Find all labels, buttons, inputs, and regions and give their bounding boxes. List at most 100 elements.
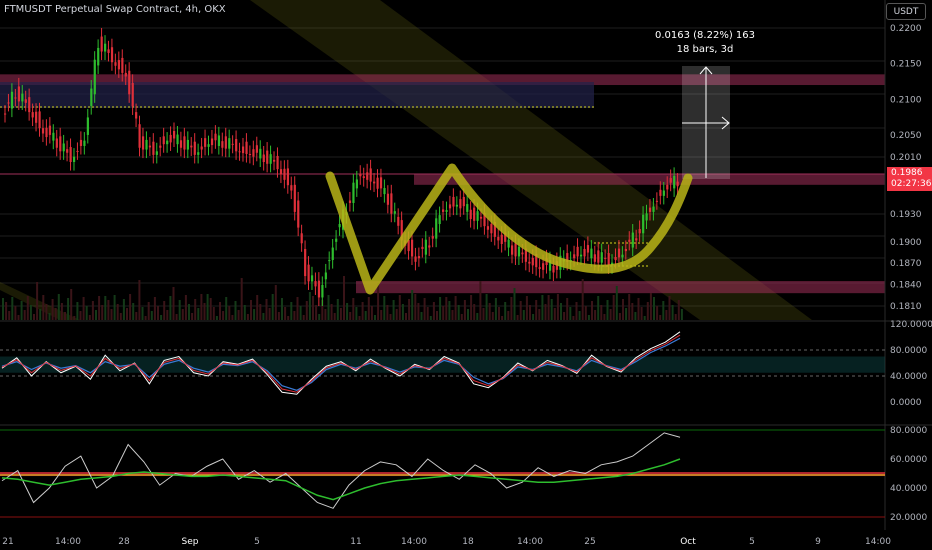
volume-bar — [510, 297, 513, 320]
volume-bar — [457, 305, 460, 320]
volume-bar — [70, 289, 73, 320]
candle-body — [245, 141, 248, 154]
volume-bar — [535, 300, 538, 320]
time-axis-label: 28 — [118, 537, 130, 547]
price-axis-label: 0.1840 — [890, 281, 922, 291]
volume-bar — [451, 310, 454, 320]
time-axis-label: 25 — [584, 537, 595, 547]
candle-body — [162, 136, 165, 145]
candle-body — [321, 284, 324, 298]
osc2-ma-line — [1, 458, 681, 501]
volume-bar — [172, 287, 175, 320]
candle-body — [573, 254, 576, 259]
volume-bar — [659, 315, 662, 320]
volume-bar — [603, 314, 606, 320]
volume-bar — [553, 308, 556, 320]
candle-body — [459, 199, 462, 209]
volume-bar — [445, 297, 448, 320]
volume-bar — [265, 299, 268, 320]
volume-bar — [293, 311, 296, 320]
volume-bar — [237, 310, 240, 320]
volume-bar — [330, 304, 333, 320]
volume-bar — [181, 309, 184, 320]
candle-body — [476, 211, 479, 221]
volume-bar — [401, 304, 404, 320]
measure-change: 0.0163 (8.22%) 163 — [654, 30, 755, 41]
candle-body — [638, 229, 641, 234]
volume-bar — [448, 301, 451, 320]
volume-bar — [113, 295, 116, 320]
candle-body — [462, 196, 465, 207]
osc1-axis-label: 40.0000 — [890, 372, 927, 382]
candle-body — [255, 145, 258, 153]
volume-bar — [67, 298, 70, 320]
candle-body — [138, 124, 141, 148]
time-axis-label: 9 — [815, 537, 821, 547]
volume-bar — [290, 302, 293, 320]
candle-body — [214, 133, 217, 141]
candle-body — [373, 181, 376, 184]
volume-bar — [169, 296, 172, 320]
time-axis-label: 14:00 — [517, 537, 543, 547]
candle-body — [110, 47, 114, 63]
volume-bar — [612, 295, 615, 320]
candle-body — [314, 281, 317, 287]
osc2-axis-label: 40.0000 — [890, 484, 927, 494]
candle-body — [466, 204, 469, 212]
volume-bar — [250, 300, 252, 320]
volume-bar — [587, 315, 590, 320]
candle-body — [645, 213, 648, 221]
volume-bar — [33, 314, 35, 320]
candle-body — [669, 178, 672, 183]
volume-bar — [54, 308, 57, 320]
volume-bar — [240, 278, 243, 320]
time-axis-label: Sep — [182, 537, 199, 547]
volume-bar — [188, 304, 190, 320]
candle-body — [335, 238, 338, 242]
volume-bar — [501, 316, 504, 320]
volume-bar — [622, 299, 624, 320]
candle-body — [355, 179, 358, 189]
candle-body — [386, 193, 390, 205]
volume-bar — [606, 300, 609, 320]
candle-body — [300, 233, 303, 244]
volume-bar — [122, 299, 125, 320]
volume-bar — [389, 314, 392, 320]
volume-bar — [194, 299, 197, 320]
volume-bar — [467, 309, 469, 320]
candle-body — [200, 146, 203, 150]
volume-bar — [126, 308, 128, 320]
volume-bar — [135, 312, 138, 320]
candle-body — [7, 102, 10, 104]
volume-bar — [383, 296, 386, 320]
volume-bar — [296, 297, 299, 320]
volume-bar — [485, 294, 488, 320]
volume-bar — [315, 305, 318, 320]
candle-body — [269, 154, 272, 164]
price-axis-label: 0.1870 — [890, 259, 922, 269]
volume-bar — [57, 294, 60, 320]
candle-body — [45, 127, 48, 138]
candle-body — [307, 264, 310, 282]
volume-bar — [253, 309, 256, 320]
volume-bar — [129, 294, 132, 320]
chart-canvas[interactable]: 0.2200 0.2150 0.2100 0.2050 0.2010 0.1930 0.19… — [0, 0, 932, 550]
candle-body — [455, 204, 459, 207]
volume-bar — [20, 301, 23, 320]
volume-bar — [355, 307, 358, 320]
volume-bar — [460, 314, 463, 320]
volume-bar — [395, 309, 398, 320]
volume-bar — [184, 295, 187, 320]
time-axis-label: 18 — [462, 537, 474, 547]
volume-bar — [560, 303, 562, 320]
volume-bar — [374, 315, 376, 320]
volume-bar — [420, 312, 423, 320]
volume-bar — [529, 305, 531, 320]
volume-bar — [318, 314, 321, 320]
volume-bar — [525, 296, 528, 320]
time-axis-label: 14:00 — [55, 537, 81, 547]
volume-bar — [680, 309, 683, 320]
volume-bar — [60, 303, 63, 320]
candle-body — [417, 256, 421, 259]
candle-body — [511, 245, 514, 255]
